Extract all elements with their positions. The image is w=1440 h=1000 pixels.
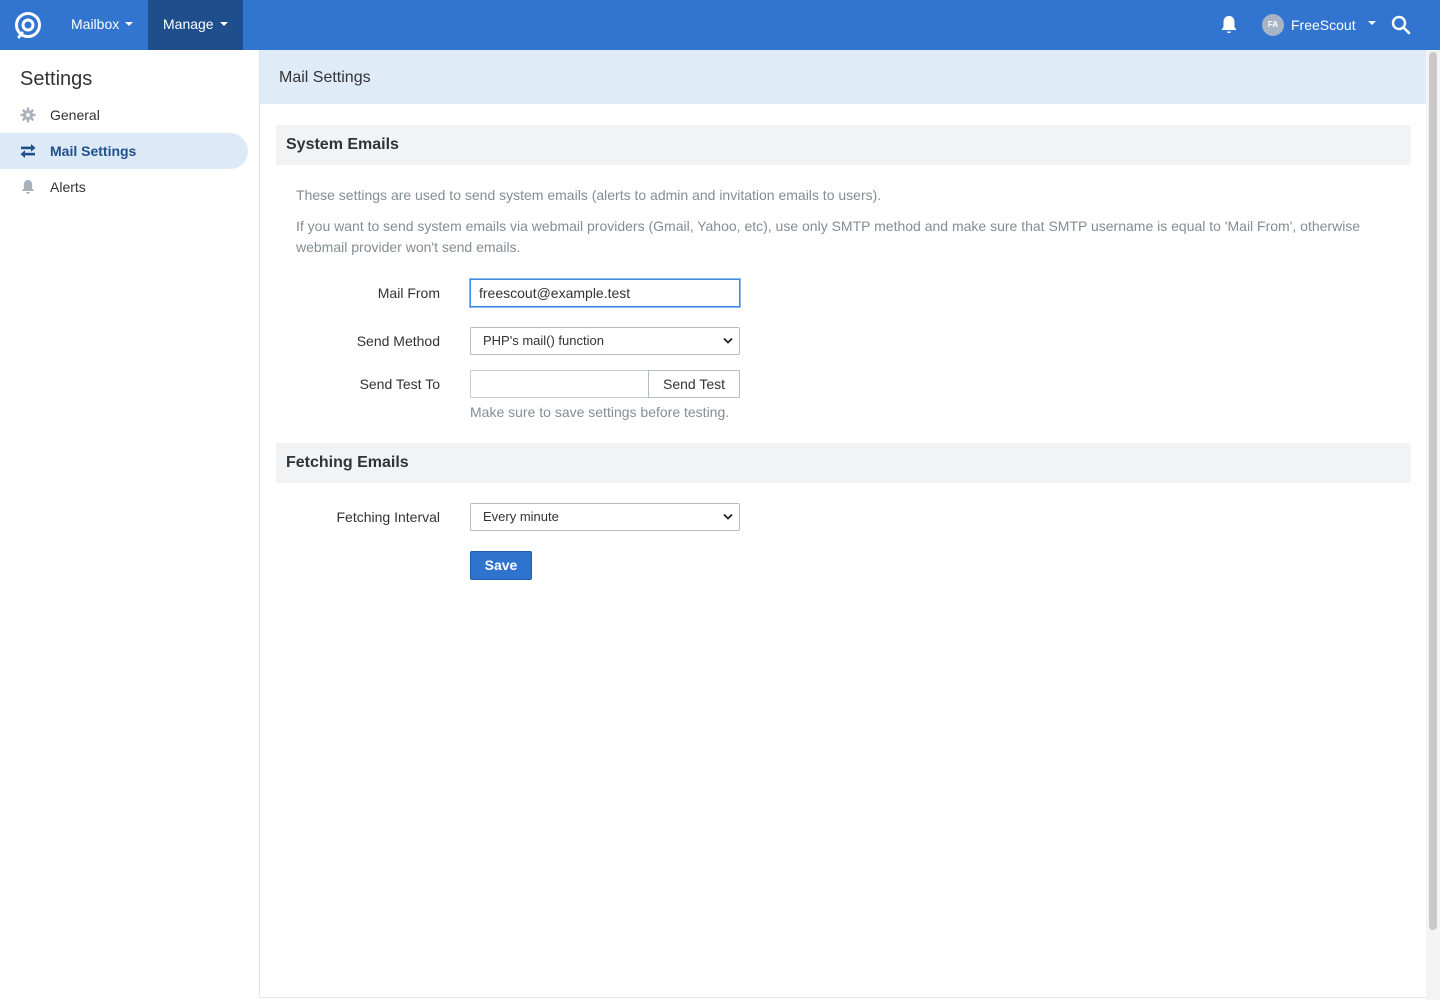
send-method-select[interactable]: PHP's mail() function	[470, 327, 740, 355]
nav-mailbox-label: Mailbox	[71, 16, 120, 32]
chevron-down-icon	[723, 513, 733, 520]
settings-sidebar: Settings General Mail Settings Alerts	[0, 50, 259, 1000]
bell-icon[interactable]	[1220, 15, 1238, 35]
gear-icon	[20, 107, 36, 123]
page-title: Mail Settings	[279, 69, 371, 86]
page-scrollbar[interactable]	[1426, 50, 1440, 1000]
sidebar-item-general[interactable]: General	[0, 97, 248, 133]
nav-manage-label: Manage	[163, 16, 214, 32]
system-emails-description: These settings are used to send system e…	[296, 187, 882, 203]
sidebar-title: Settings	[20, 68, 93, 90]
save-button[interactable]: Save	[470, 551, 532, 580]
chevron-down-icon	[723, 337, 733, 344]
mail-from-input[interactable]: freescout@example.test	[470, 279, 740, 307]
top-navbar: Mailbox Manage FA FreeScout	[0, 0, 1440, 50]
fetching-interval-label: Fetching Interval	[336, 509, 441, 525]
exchange-arrows-icon	[20, 144, 36, 158]
section-title: System Emails	[286, 136, 399, 153]
section-title: Fetching Emails	[286, 454, 409, 471]
sidebar-item-label: General	[50, 107, 100, 123]
freescout-logo-icon[interactable]	[14, 11, 42, 39]
send-test-label: Send Test To	[359, 376, 440, 392]
nav-mailbox-menu[interactable]: Mailbox	[56, 0, 148, 50]
send-test-email-input[interactable]	[470, 370, 650, 398]
section-header-system-emails: System Emails	[276, 125, 1411, 165]
bell-icon	[22, 180, 34, 194]
send-test-button[interactable]: Send Test	[648, 370, 740, 398]
section-header-fetching-emails: Fetching Emails	[276, 443, 1411, 483]
sidebar-item-mail-settings[interactable]: Mail Settings	[0, 133, 248, 169]
chevron-down-icon	[125, 22, 134, 27]
sidebar-item-label: Mail Settings	[50, 143, 137, 159]
main-content: Mail Settings System Emails These settin…	[259, 50, 1426, 998]
fetching-interval-value: Every minute	[483, 509, 559, 524]
nav-manage-menu[interactable]: Manage	[148, 0, 243, 50]
sidebar-item-alerts[interactable]: Alerts	[0, 169, 248, 205]
send-method-value: PHP's mail() function	[483, 333, 604, 348]
user-name: FreeScout	[1291, 17, 1356, 33]
webmail-note: If you want to send system emails via we…	[296, 218, 1361, 255]
fetching-interval-select[interactable]: Every minute	[470, 503, 740, 531]
avatar: FA	[1262, 14, 1284, 36]
mail-from-label: Mail From	[377, 285, 440, 301]
send-method-label: Send Method	[356, 333, 440, 349]
chevron-down-icon	[219, 22, 228, 27]
send-test-help-text: Make sure to save settings before testin…	[470, 404, 730, 420]
chevron-down-icon	[1368, 21, 1376, 25]
sidebar-item-label: Alerts	[50, 179, 86, 195]
scrollbar-thumb[interactable]	[1429, 52, 1437, 930]
page-header: Mail Settings	[260, 50, 1426, 104]
search-icon[interactable]	[1391, 15, 1411, 35]
